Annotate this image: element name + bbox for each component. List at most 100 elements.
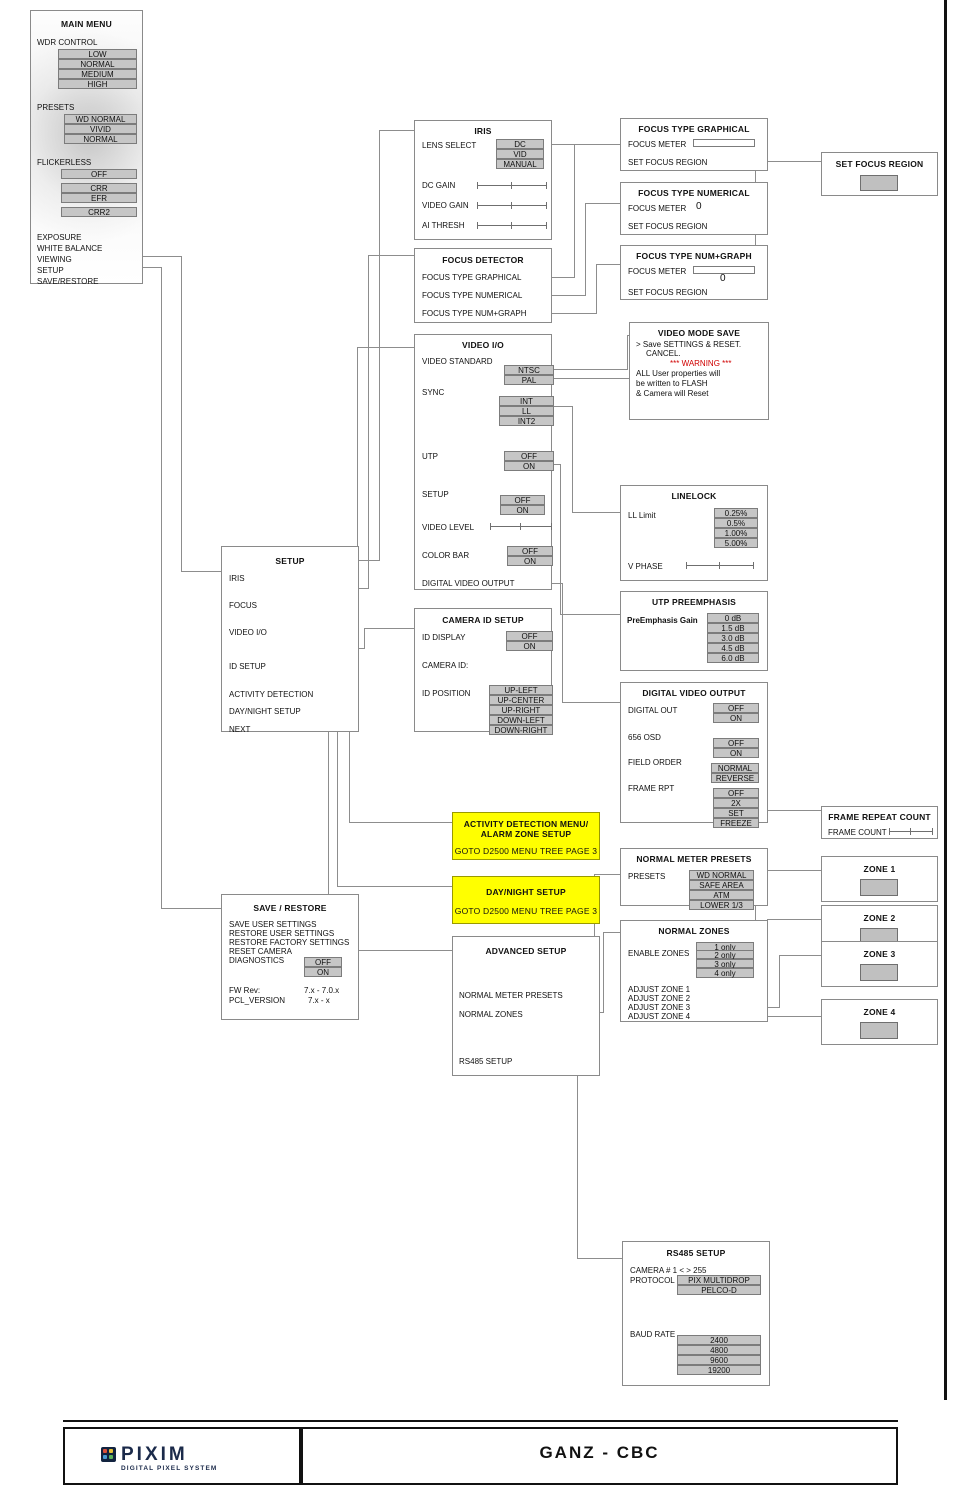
ll-limit-option-500[interactable]: 5.00% [714,538,758,548]
dc-gain-slider[interactable] [477,181,547,190]
enable-zones-option-2[interactable]: 2 only [696,950,754,960]
preset-option-normal[interactable]: NORMAL [64,134,137,144]
field-order-option-reverse[interactable]: REVERSE [711,773,759,783]
normal-preset-option-safe-area[interactable]: SAFE AREA [689,880,754,890]
advanced-item-rs485-setup[interactable]: RS485 SETUP [459,1057,512,1066]
video-mode-save-line2[interactable]: CANCEL. [646,349,681,358]
osd-option-on[interactable]: ON [713,748,759,758]
preset-option-wd-normal[interactable]: WD NORMAL [64,114,137,124]
adjust-zone-4[interactable]: ADJUST ZONE 4 [628,1012,690,1021]
save-restore-item-reset-camera[interactable]: RESET CAMERA [229,947,292,956]
zone-3-preview[interactable] [860,964,898,981]
focus-detector-item-graphical[interactable]: FOCUS TYPE GRAPHICAL [422,273,521,282]
flickerless-option-efr[interactable]: EFR [61,193,137,203]
preemphasis-option-0db[interactable]: 0 dB [707,613,759,623]
ll-limit-option-05[interactable]: 0.5% [714,518,758,528]
focus-graphical-region-link[interactable]: SET FOCUS REGION [628,158,707,167]
id-position-option-up-right[interactable]: UP-RIGHT [489,705,553,715]
flickerless-option-crr2[interactable]: CRR2 [61,207,137,217]
save-restore-item-restore-user[interactable]: RESTORE USER SETTINGS [229,929,334,938]
lens-select-option-dc[interactable]: DC [496,139,544,149]
digital-video-output-link[interactable]: DIGITAL VIDEO OUTPUT [422,579,514,588]
wdr-option-low[interactable]: LOW [58,49,137,59]
normal-preset-option-wd-normal[interactable]: WD NORMAL [689,870,754,880]
color-bar-option-off[interactable]: OFF [507,546,553,556]
main-menu-item-viewing[interactable]: VIEWING [37,255,72,264]
main-menu-item-setup[interactable]: SETUP [37,266,64,275]
diagnostics-option-on[interactable]: ON [304,967,342,977]
id-position-option-up-center[interactable]: UP-CENTER [489,695,553,705]
setup-item-day-night[interactable]: DAY/NIGHT SETUP [229,707,301,716]
setup-item-next[interactable]: NEXT [229,725,250,734]
wdr-option-high[interactable]: HIGH [58,79,137,89]
flickerless-option-off[interactable]: OFF [61,169,137,179]
color-bar-option-on[interactable]: ON [507,556,553,566]
main-menu-item-exposure[interactable]: EXPOSURE [37,233,81,242]
rs485-baud-option-4800[interactable]: 4800 [677,1345,761,1355]
id-position-option-down-right[interactable]: DOWN-RIGHT [489,725,553,735]
enable-zones-option-3[interactable]: 3 only [696,959,754,969]
adjust-zone-3[interactable]: ADJUST ZONE 3 [628,1003,690,1012]
focus-detector-item-numgraph[interactable]: FOCUS TYPE NUM+GRAPH [422,309,527,318]
video-standard-option-pal[interactable]: PAL [504,375,554,385]
advanced-item-normal-meter-presets[interactable]: NORMAL METER PRESETS [459,991,563,1000]
save-restore-item-restore-factory[interactable]: RESTORE FACTORY SETTINGS [229,938,349,947]
camera-id-label[interactable]: CAMERA ID: [422,661,468,670]
video-standard-option-ntsc[interactable]: NTSC [504,365,554,375]
setup-item-id-setup[interactable]: ID SETUP [229,662,266,671]
focus-detector-item-numerical[interactable]: FOCUS TYPE NUMERICAL [422,291,522,300]
v-phase-slider[interactable] [686,561,754,570]
preemphasis-option-60db[interactable]: 6.0 dB [707,653,759,663]
setup-item-video-io[interactable]: VIDEO I/O [229,628,267,637]
main-menu-item-save-restore[interactable]: SAVE/RESTORE [37,277,99,286]
rs485-protocol-option-pix-multidrop[interactable]: PIX MULTIDROP [677,1275,761,1285]
wdr-option-normal[interactable]: NORMAL [58,59,137,69]
lens-select-option-manual[interactable]: MANUAL [496,159,544,169]
focus-numgraph-region-link[interactable]: SET FOCUS REGION [628,288,707,297]
rs485-baud-option-2400[interactable]: 2400 [677,1335,761,1345]
wdr-option-medium[interactable]: MEDIUM [58,69,137,79]
frame-count-slider[interactable] [889,827,933,836]
id-position-option-up-left[interactable]: UP-LEFT [489,685,553,695]
ll-limit-option-100[interactable]: 1.00% [714,528,758,538]
osd-option-off[interactable]: OFF [713,738,759,748]
frame-rpt-option-freeze[interactable]: FREEZE [713,818,759,828]
focus-numerical-region-link[interactable]: SET FOCUS REGION [628,222,707,231]
frame-rpt-option-off[interactable]: OFF [713,788,759,798]
focus-region-preview[interactable] [860,175,898,191]
sync-option-int2[interactable]: INT2 [499,416,554,426]
ll-limit-option-025[interactable]: 0.25% [714,508,758,518]
video-io-setup-option-off[interactable]: OFF [500,495,545,505]
activity-detection-panel[interactable]: ACTIVITY DETECTION MENU/ ALARM ZONE SETU… [452,812,600,860]
preemphasis-option-45db[interactable]: 4.5 dB [707,643,759,653]
utp-option-on[interactable]: ON [504,461,554,471]
activity-detection-goto[interactable]: GOTO D2500 MENU TREE PAGE 3 [453,846,599,856]
rs485-protocol-option-pelco-d[interactable]: PELCO-D [677,1285,761,1295]
digital-out-option-off[interactable]: OFF [713,703,759,713]
utp-option-off[interactable]: OFF [504,451,554,461]
flickerless-option-crr[interactable]: CRR [61,183,137,193]
ai-thresh-slider[interactable] [477,221,547,230]
save-restore-item-save-user[interactable]: SAVE USER SETTINGS [229,920,316,929]
setup-item-iris[interactable]: IRIS [229,574,245,583]
diagnostics-option-off[interactable]: OFF [304,957,342,967]
digital-out-option-on[interactable]: ON [713,713,759,723]
rs485-baud-option-9600[interactable]: 9600 [677,1355,761,1365]
enable-zones-option-4[interactable]: 4 only [696,968,754,978]
field-order-option-normal[interactable]: NORMAL [711,763,759,773]
setup-item-activity-detection[interactable]: ACTIVITY DETECTION [229,690,313,699]
video-mode-save-line1[interactable]: > Save SETTINGS & RESET. [636,340,741,349]
preemphasis-option-30db[interactable]: 3.0 dB [707,633,759,643]
main-menu-item-white-balance[interactable]: WHITE BALANCE [37,244,102,253]
video-level-slider[interactable] [490,522,552,531]
id-display-option-off[interactable]: OFF [506,631,553,641]
video-gain-slider[interactable] [477,201,547,210]
day-night-setup-panel[interactable]: DAY/NIGHT SETUP GOTO D2500 MENU TREE PAG… [452,876,600,924]
rs485-camera-number[interactable]: CAMERA # 1 < > 255 [630,1266,707,1275]
id-display-option-on[interactable]: ON [506,641,553,651]
sync-option-ll[interactable]: LL [499,406,554,416]
frame-rpt-option-set[interactable]: SET [713,808,759,818]
normal-preset-option-lower-third[interactable]: LOWER 1/3 [689,900,754,910]
advanced-item-normal-zones[interactable]: NORMAL ZONES [459,1010,523,1019]
adjust-zone-1[interactable]: ADJUST ZONE 1 [628,985,690,994]
